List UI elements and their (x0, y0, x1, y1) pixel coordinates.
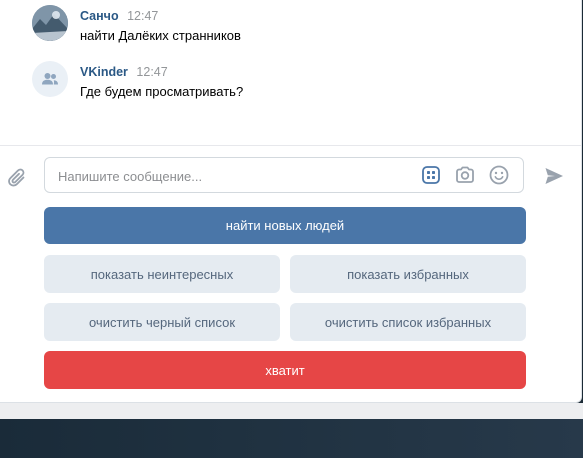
message-body: Санчо 12:47 найти Далёких странников (80, 8, 241, 44)
message-author[interactable]: Санчо (80, 9, 119, 23)
clear-blacklist-button[interactable]: очистить черный список (44, 303, 280, 341)
page-background (0, 403, 583, 419)
message-time: 12:47 (136, 65, 168, 79)
composer-divider (0, 145, 581, 146)
dark-background (0, 419, 583, 458)
group-icon (42, 73, 58, 85)
avatar[interactable] (32, 5, 68, 41)
camera-icon[interactable] (454, 164, 476, 186)
message-body: VKinder 12:47 Где будем просматривать? (80, 64, 243, 100)
message-input-placeholder: Напишите сообщение... (58, 169, 203, 184)
user-photo (32, 5, 68, 41)
chat-panel: Санчо 12:47 найти Далёких странников VKi… (0, 0, 582, 403)
send-icon[interactable] (543, 165, 565, 187)
message-header: VKinder 12:47 (80, 64, 243, 80)
message-author[interactable]: VKinder (80, 65, 128, 79)
bot-keyboard-icon[interactable] (420, 164, 442, 186)
show-favorites-button[interactable]: показать избранных (290, 255, 526, 293)
stop-button[interactable]: хватит (44, 351, 526, 389)
emoji-icon[interactable] (488, 164, 510, 186)
attach-icon[interactable] (6, 166, 30, 190)
message-item: Санчо 12:47 найти Далёких странников (32, 5, 241, 44)
show-uninteresting-button[interactable]: показать неинтересных (44, 255, 280, 293)
clear-favorites-button[interactable]: очистить список избранных (290, 303, 526, 341)
message-time: 12:47 (127, 9, 159, 23)
message-text: Где будем просматривать? (80, 84, 244, 99)
find-new-people-button[interactable]: найти новых людей (44, 207, 526, 244)
message-text: найти Далёких странников (80, 28, 241, 43)
message-input[interactable]: Напишите сообщение... (44, 157, 524, 193)
message-header: Санчо 12:47 (80, 8, 241, 24)
message-item: VKinder 12:47 Где будем просматривать? (32, 61, 243, 100)
avatar[interactable] (32, 61, 68, 97)
